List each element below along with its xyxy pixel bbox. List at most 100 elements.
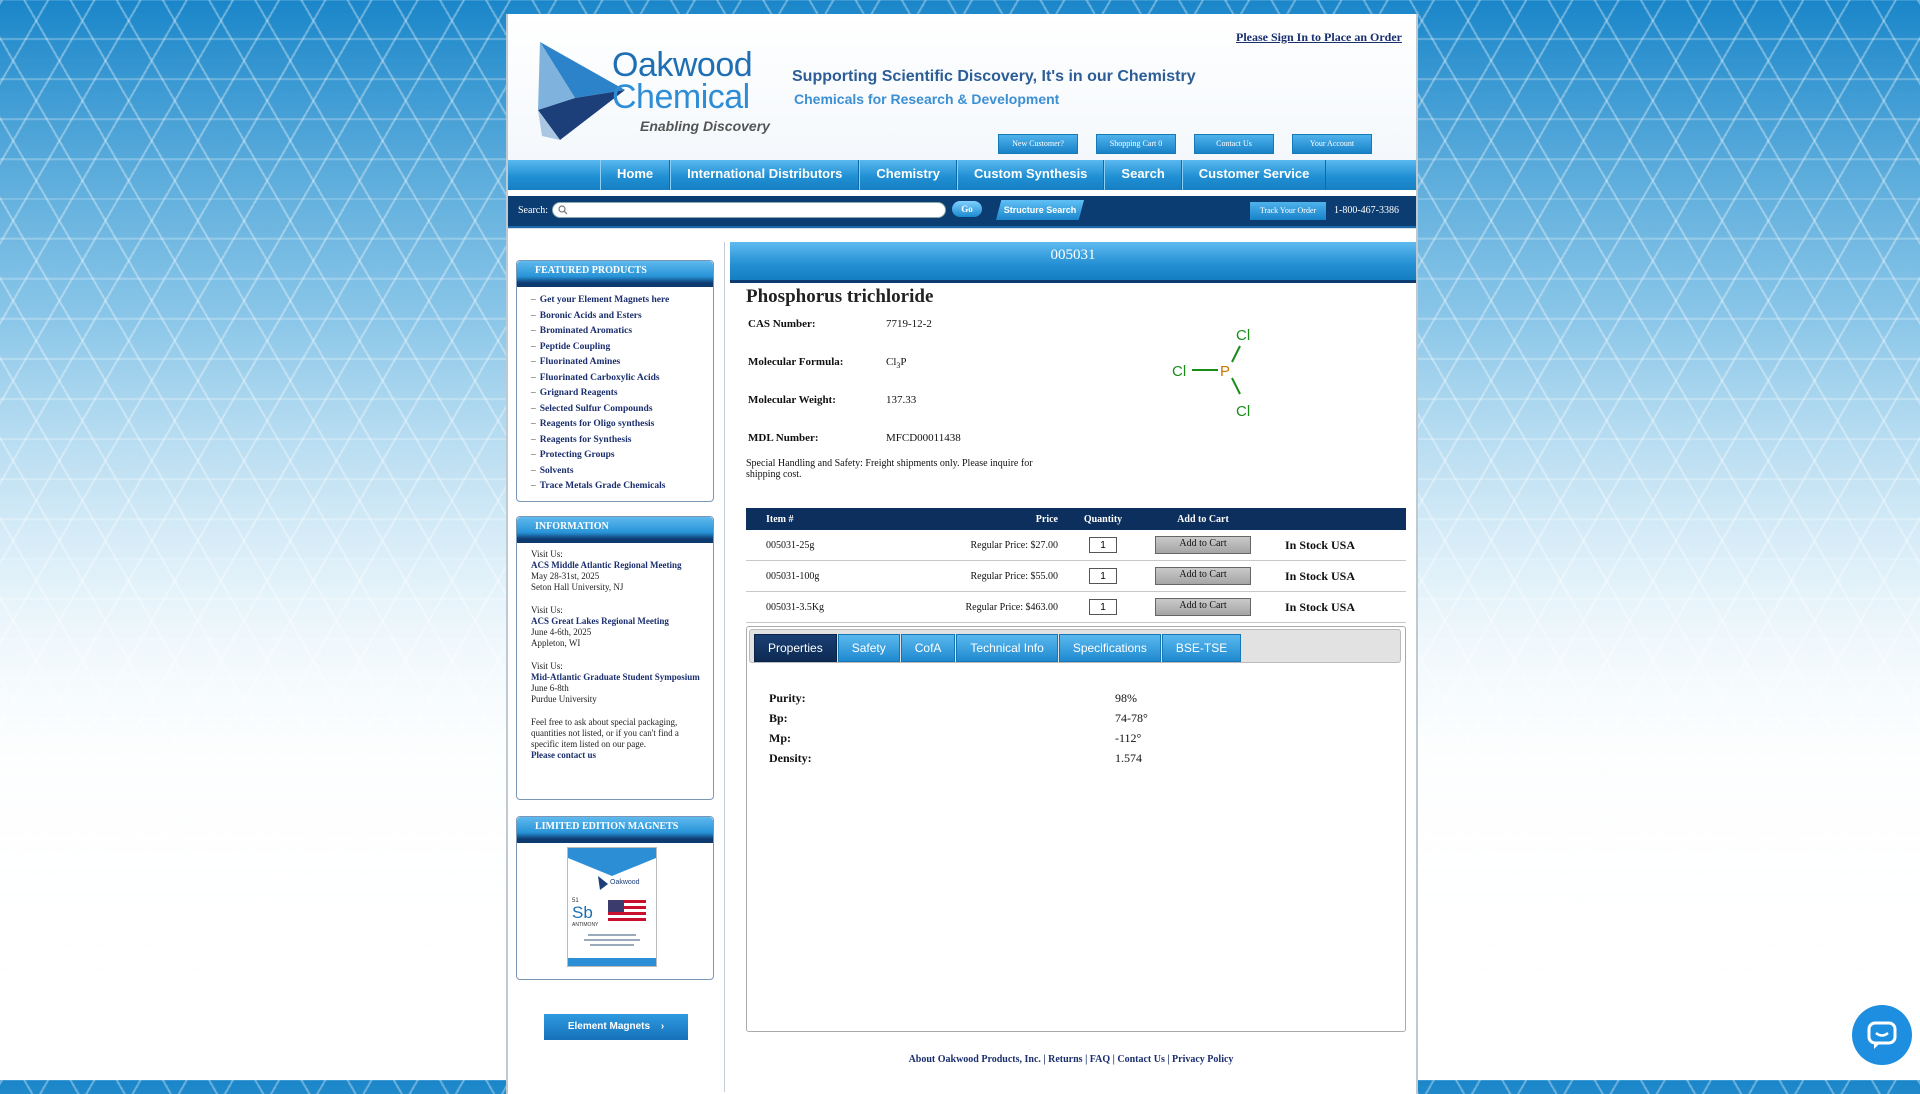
- molecule-structure-icon: Cl P Cl Cl: [1172, 327, 1250, 420]
- structure-search-button[interactable]: Structure Search: [996, 200, 1084, 220]
- event-link[interactable]: Mid-Atlantic Graduate Student Symposium: [531, 672, 700, 682]
- quantity-input[interactable]: [1089, 537, 1117, 553]
- shopping-cart-button[interactable]: Shopping Cart 0: [1096, 134, 1176, 154]
- site-header: Oakwood Chemical Enabling Discovery Supp…: [508, 14, 1416, 160]
- contact-us-button[interactable]: Contact Us: [1194, 134, 1274, 154]
- spec-row: Density: 1.574: [769, 751, 1142, 765]
- nav-home[interactable]: Home: [600, 160, 671, 190]
- featured-item[interactable]: – Boronic Acids and Esters: [531, 309, 713, 325]
- quantity-input[interactable]: [1089, 568, 1117, 584]
- logo-tagline: Enabling Discovery: [640, 118, 770, 134]
- handling-note: Special Handling and Safety: Freight shi…: [746, 458, 1033, 480]
- featured-item[interactable]: – Get your Element Magnets here: [531, 293, 713, 309]
- svg-text:Sb: Sb: [572, 903, 593, 922]
- event-link[interactable]: ACS Great Lakes Regional Meeting: [531, 616, 669, 626]
- product-tabs-panel: Properties Safety CofA Technical Info Sp…: [746, 626, 1406, 1032]
- nav-custom-synthesis[interactable]: Custom Synthesis: [957, 160, 1105, 190]
- featured-products-list: – Get your Element Magnets here – Boronic …: [517, 293, 713, 495]
- featured-item[interactable]: – Selected Sulfur Compounds: [531, 402, 713, 418]
- table-row: 005031-25g Regular Price: $27.00 Add to …: [746, 530, 1406, 561]
- header-subtagline: Chemicals for Research & Development: [794, 91, 1060, 107]
- featured-item[interactable]: – Grignard Reagents: [531, 386, 713, 402]
- tab-specifications[interactable]: Specifications: [1058, 634, 1161, 662]
- go-button[interactable]: Go: [952, 201, 982, 217]
- spec-row: Mp: -112°: [769, 731, 1142, 745]
- svg-text:P: P: [1220, 363, 1230, 380]
- pricing-table: Item # Price Quantity Add to Cart 005031…: [746, 508, 1406, 623]
- featured-item[interactable]: – Solvents: [531, 464, 713, 480]
- tab-cofa[interactable]: CofA: [900, 634, 956, 662]
- header-divider: [508, 228, 1416, 229]
- information-title: INFORMATION: [517, 517, 713, 543]
- featured-item[interactable]: – Brominated Aromatics: [531, 324, 713, 340]
- event-link[interactable]: ACS Middle Atlantic Regional Meeting: [531, 560, 682, 570]
- quantity-input[interactable]: [1089, 599, 1117, 615]
- search-input[interactable]: [552, 202, 946, 218]
- limited-magnets-box: LIMITED EDITION MAGNETS Oakwood 51 Sb AN…: [516, 816, 714, 980]
- nav-chemistry[interactable]: Chemistry: [859, 160, 957, 190]
- chevron-right-icon: ›: [660, 1021, 665, 1032]
- featured-item[interactable]: – Peptide Coupling: [531, 340, 713, 356]
- tab-properties[interactable]: Properties: [754, 634, 837, 662]
- add-to-cart-button[interactable]: Add to Cart: [1155, 567, 1251, 585]
- information-body: Visit Us: ACS Middle Atlantic Regional M…: [517, 543, 713, 761]
- page-container: Oakwood Chemical Enabling Discovery Supp…: [506, 14, 1418, 1094]
- add-to-cart-button[interactable]: Add to Cart: [1155, 536, 1251, 554]
- footer-returns-link[interactable]: Returns: [1048, 1054, 1082, 1065]
- main-nav: Home International Distributors Chemistr…: [508, 160, 1416, 190]
- event-entry: Visit Us: ACS Great Lakes Regional Meeti…: [531, 605, 669, 648]
- header-tagline: Supporting Scientific Discovery, It's in…: [792, 68, 1196, 85]
- svg-text:Oakwood: Oakwood: [610, 879, 640, 886]
- featured-item[interactable]: – Trace Metals Grade Chemicals: [531, 479, 713, 495]
- track-order-button[interactable]: Track Your Order: [1250, 202, 1326, 220]
- featured-products-title: FEATURED PRODUCTS: [517, 261, 713, 287]
- featured-item[interactable]: – Fluorinated Carboxylic Acids: [531, 371, 713, 387]
- featured-products-box: FEATURED PRODUCTS – Get your Element Magn…: [516, 260, 714, 502]
- svg-text:Cl: Cl: [1172, 363, 1186, 380]
- product-title: Phosphorus trichloride: [746, 286, 934, 307]
- footer-faq-link[interactable]: FAQ: [1090, 1054, 1110, 1065]
- tab-technical-info[interactable]: Technical Info: [956, 634, 1058, 662]
- footer-contact-link[interactable]: Contact Us: [1117, 1054, 1165, 1065]
- spec-row: Bp: 74-78°: [769, 711, 1148, 725]
- search-bar: Search: Go Structure Search Track Your O…: [508, 196, 1416, 228]
- nav-international-distributors[interactable]: International Distributors: [670, 160, 860, 190]
- properties-content: Purity: 98% Bp: 74-78° Mp: -112° Density: 1.…: [769, 691, 1389, 771]
- phone-number: 1-800-467-3386: [1334, 205, 1399, 216]
- tab-bse-tse[interactable]: BSE-TSE: [1161, 634, 1242, 662]
- featured-item[interactable]: – Fluorinated Amines: [531, 355, 713, 371]
- chat-icon: [1867, 1021, 1897, 1049]
- stock-status: In Stock USA: [1259, 530, 1406, 561]
- product-code-header: 005031: [730, 242, 1416, 283]
- search-label: Search:: [518, 205, 548, 216]
- featured-item[interactable]: – Protecting Groups: [531, 448, 713, 464]
- magnet-image[interactable]: Oakwood 51 Sb ANTIMONY: [567, 847, 657, 967]
- footer-privacy-link[interactable]: Privacy Policy: [1172, 1054, 1233, 1065]
- column-divider: [724, 242, 725, 1092]
- product-main: 005031 Phosphorus trichloride CAS Number…: [730, 242, 1416, 1032]
- nav-customer-service[interactable]: Customer Service: [1181, 160, 1327, 190]
- featured-item[interactable]: – Reagents for Synthesis: [531, 433, 713, 449]
- tab-safety[interactable]: Safety: [837, 634, 900, 662]
- information-box: INFORMATION Visit Us: ACS Middle Atlanti…: [516, 516, 714, 800]
- sign-in-link[interactable]: Please Sign In to Place an Order: [1236, 30, 1402, 45]
- footer-links: About Oakwood Products, Inc. | Returns |…: [908, 1054, 1234, 1065]
- svg-text:Cl: Cl: [1236, 327, 1250, 344]
- svg-text:Cl: Cl: [1236, 403, 1250, 420]
- new-customer-button[interactable]: New Customer?: [998, 134, 1078, 154]
- footer-about-link[interactable]: About Oakwood Products, Inc.: [909, 1054, 1041, 1065]
- spec-row: Purity: 98%: [769, 691, 1137, 705]
- contact-us-link[interactable]: Please contact us: [531, 750, 596, 760]
- table-header-row: Item # Price Quantity Add to Cart: [746, 508, 1406, 530]
- stock-status: In Stock USA: [1259, 560, 1406, 592]
- your-account-button[interactable]: Your Account: [1292, 134, 1372, 154]
- tab-strip: Properties Safety CofA Technical Info Sp…: [749, 629, 1401, 663]
- add-to-cart-button[interactable]: Add to Cart: [1155, 598, 1251, 616]
- chat-button[interactable]: [1852, 1005, 1912, 1065]
- limited-magnets-title: LIMITED EDITION MAGNETS: [517, 817, 713, 843]
- nav-search[interactable]: Search: [1104, 160, 1182, 190]
- info-note: Feel free to ask about special packaging…: [531, 717, 679, 760]
- featured-item[interactable]: – Reagents for Oligo synthesis: [531, 417, 713, 433]
- element-magnets-button[interactable]: Element Magnets ›: [544, 1014, 688, 1040]
- event-entry: Visit Us: ACS Middle Atlantic Regional M…: [531, 549, 682, 592]
